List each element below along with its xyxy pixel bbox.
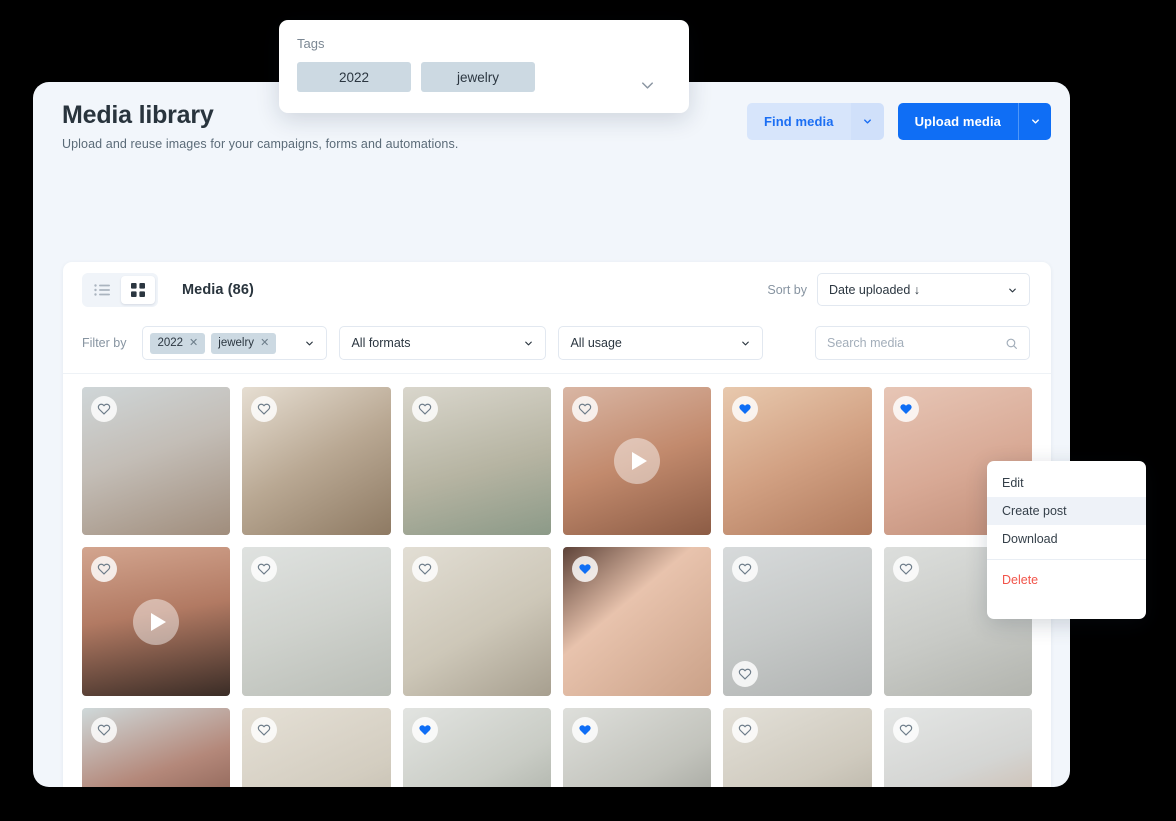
media-count-label: Media (86): [182, 281, 254, 298]
heart-outline-icon[interactable]: [91, 716, 117, 743]
heart-outline-icon[interactable]: [892, 556, 919, 583]
header-actions: Find media Upload media: [746, 103, 1051, 140]
upload-media-split-button[interactable]: Upload media: [897, 103, 1051, 140]
menu-item-delete[interactable]: Delete: [987, 566, 1146, 594]
media-tile[interactable]: [82, 387, 231, 536]
media-tile[interactable]: [402, 707, 551, 787]
chevron-down-icon: [1031, 119, 1039, 124]
heart-filled-icon[interactable]: [571, 716, 598, 743]
media-toolbar: Media (86) Sort by Date uploaded ↓: [63, 262, 1051, 317]
tags-popup-label: Tags: [297, 36, 325, 51]
search-media-input[interactable]: Search media: [815, 326, 1030, 360]
play-icon[interactable]: [133, 598, 180, 645]
menu-item-create-post[interactable]: Create post: [987, 497, 1146, 525]
search-icon[interactable]: [1005, 337, 1018, 350]
format-filter-select[interactable]: All formats: [339, 326, 547, 360]
menu-divider: [987, 559, 1146, 560]
app-window: Media library Upload and reuse images fo…: [33, 82, 1070, 787]
filter-chip-jewelry[interactable]: jewelry ✕: [211, 332, 277, 354]
media-card: Media (86) Sort by Date uploaded ↓ Filte…: [63, 262, 1051, 787]
media-tile[interactable]: [723, 387, 872, 536]
chevron-down-icon: [304, 338, 315, 349]
heart-outline-icon[interactable]: [91, 396, 117, 422]
tags-popup: Tags 2022 jewelry: [279, 20, 689, 113]
media-tile[interactable]: [562, 547, 712, 696]
sort-by-value: Date uploaded ↓: [829, 282, 921, 297]
search-placeholder: Search media: [827, 336, 905, 350]
sort-by-label: Sort by: [767, 282, 807, 297]
media-tile[interactable]: [402, 547, 551, 696]
heart-outline-icon[interactable]: [732, 716, 759, 743]
view-mode-toggle[interactable]: [82, 272, 158, 307]
media-tile[interactable]: [82, 547, 231, 696]
list-view-icon: [94, 283, 110, 296]
filter-chip-label: 2022: [157, 337, 184, 349]
heart-outline-icon[interactable]: [411, 396, 438, 422]
filter-bar: Filter by 2022 ✕ jewelry ✕ All formats A…: [63, 317, 1051, 373]
upload-media-button[interactable]: Upload media: [897, 103, 1018, 140]
usage-filter-value: All usage: [570, 336, 622, 350]
media-context-menu: Edit Create post Download Delete: [987, 461, 1146, 619]
tag-filter-select[interactable]: 2022 ✕ jewelry ✕: [142, 326, 328, 360]
chevron-down-icon: [1007, 285, 1018, 296]
media-tile[interactable]: [883, 707, 1032, 787]
chevron-down-icon: [740, 338, 751, 349]
grid-view-icon: [131, 282, 145, 297]
filter-by-label: Filter by: [82, 336, 127, 350]
heart-filled-icon[interactable]: [892, 396, 919, 422]
sort-control: Sort by Date uploaded ↓: [767, 273, 1030, 306]
media-tile[interactable]: [82, 707, 231, 787]
heart-outline-icon[interactable]: [251, 716, 278, 743]
media-tile[interactable]: [562, 707, 712, 787]
menu-item-download[interactable]: Download: [987, 525, 1146, 553]
usage-filter-select[interactable]: All usage: [558, 326, 764, 360]
media-tile[interactable]: [242, 547, 391, 696]
close-icon[interactable]: ✕: [260, 337, 269, 349]
tags-popup-chip-jewelry[interactable]: jewelry: [421, 62, 535, 92]
heart-outline-icon[interactable]: [571, 396, 598, 422]
find-media-dropdown-caret[interactable]: [850, 103, 884, 140]
media-tile[interactable]: [402, 387, 551, 536]
tags-popup-chips: 2022 jewelry: [297, 62, 669, 92]
heart-outline-icon[interactable]: [732, 660, 759, 687]
chevron-down-icon: [863, 119, 871, 124]
tags-popup-dropdown-caret[interactable]: [638, 76, 657, 100]
heart-outline-icon[interactable]: [411, 556, 438, 583]
tags-popup-chip-2022[interactable]: 2022: [297, 62, 411, 92]
media-tile[interactable]: [562, 387, 712, 536]
media-tile[interactable]: [723, 547, 872, 696]
find-media-split-button[interactable]: Find media: [746, 103, 884, 140]
play-icon[interactable]: [614, 438, 661, 485]
media-tile[interactable]: [242, 707, 391, 787]
filter-chip-label: jewelry: [218, 337, 255, 349]
upload-media-dropdown-caret[interactable]: [1018, 103, 1051, 140]
close-icon[interactable]: ✕: [189, 337, 198, 349]
filter-chip-2022[interactable]: 2022 ✕: [150, 332, 206, 354]
media-tile[interactable]: [242, 387, 391, 536]
heart-outline-icon[interactable]: [892, 716, 919, 743]
media-tile[interactable]: [723, 707, 872, 787]
grid-view-button[interactable]: [121, 275, 155, 304]
chevron-down-icon: [641, 82, 654, 89]
menu-item-edit[interactable]: Edit: [987, 469, 1146, 497]
list-view-button[interactable]: [85, 276, 119, 304]
chevron-down-icon: [523, 338, 534, 349]
heart-filled-icon[interactable]: [411, 716, 438, 743]
sort-by-select[interactable]: Date uploaded ↓: [817, 273, 1030, 306]
find-media-button[interactable]: Find media: [746, 103, 851, 140]
format-filter-value: All formats: [351, 336, 411, 350]
media-grid: [63, 373, 1051, 787]
